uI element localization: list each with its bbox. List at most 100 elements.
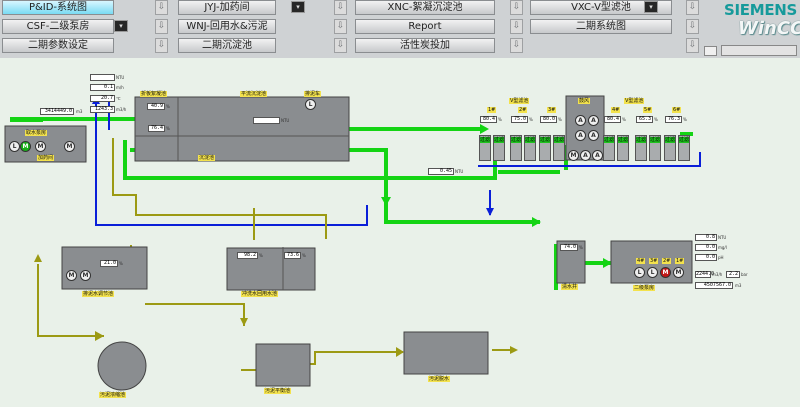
secondary-pump-motor[interactable]: L <box>634 267 645 278</box>
filter-cell[interactable]: 过滤 <box>664 135 676 161</box>
blower-motor[interactable]: A <box>575 115 586 126</box>
pump-number-label: 3# <box>649 258 659 264</box>
sludge-balance-label: 污泥平衡池 <box>264 388 292 394</box>
outlet-total-value: 4507567.0 <box>695 282 733 289</box>
nav-scroll-arrow[interactable]: ⇩ <box>334 0 347 15</box>
filter-status: 过滤 <box>511 137 522 143</box>
nav-scroll-arrow[interactable]: ⇩ <box>334 19 347 34</box>
filter-status: 过滤 <box>494 137 505 143</box>
dropdown-toggle[interactable]: ▾ <box>644 1 658 13</box>
blower-motor[interactable]: A <box>588 115 599 126</box>
intake-pump-motor[interactable]: L <box>9 141 20 152</box>
dropdown-toggle[interactable]: ▾ <box>114 20 128 32</box>
backwash-pump-motor[interactable]: A <box>592 150 603 161</box>
reuse-tank-label: 冲洗水回用水池 <box>241 291 279 297</box>
nav-scroll-arrow[interactable]: ⇩ <box>510 19 523 34</box>
backwash-pump-motor[interactable]: A <box>580 150 591 161</box>
inlet-flow-unit: m3/h <box>116 107 127 112</box>
percent-unit: % <box>683 117 687 122</box>
blower-motor[interactable]: A <box>575 130 586 141</box>
percent-unit: % <box>166 126 170 131</box>
nav-flocculation-tank[interactable]: XNC-絮凝沉淀池 <box>355 0 495 15</box>
backwash-pump-motor[interactable]: M <box>568 150 579 161</box>
filter-cell[interactable]: 过滤 <box>510 135 522 161</box>
nav-scroll-arrow[interactable]: ⇩ <box>510 0 523 15</box>
nav-reuse-water[interactable]: WNJ-回用水&污泥 <box>178 19 276 34</box>
sludge-pump-motor[interactable]: M <box>66 270 77 281</box>
sludge-regulating-tank <box>61 246 148 290</box>
secondary-pump-motor[interactable]: L <box>647 267 658 278</box>
filter-status: 过滤 <box>540 137 551 143</box>
filter-cell[interactable]: 过滤 <box>493 135 505 161</box>
filter-level-value: 80.0 <box>540 116 557 123</box>
filter-level-value: 80.4 <box>480 116 497 123</box>
clearwell-level-value: 74.0 <box>560 244 578 251</box>
filter-status: 过滤 <box>525 137 536 143</box>
sludge-pump-motor[interactable]: M <box>80 270 91 281</box>
settled-turbidity-unit: NTU <box>281 118 290 123</box>
nav-scroll-arrow[interactable]: ⇩ <box>334 38 347 53</box>
secondary-pump-motor[interactable]: M <box>660 267 671 278</box>
sludge-scraper-label: 排泥车 <box>304 91 322 97</box>
nav-scroll-arrow[interactable]: ⇩ <box>155 0 168 15</box>
filter-cell[interactable]: 过滤 <box>678 135 690 161</box>
outlet-chlorine-unit: mg/l <box>718 245 727 250</box>
filter-status: 过滤 <box>554 137 565 143</box>
filter-cell[interactable]: 过滤 <box>553 135 565 161</box>
clearwell-level-unit: % <box>579 245 583 250</box>
nav-scroll-arrow[interactable]: ⇩ <box>686 38 699 53</box>
filtered-turbidity-unit: NTU <box>455 169 464 174</box>
nav-scroll-arrow[interactable]: ⇩ <box>155 38 168 53</box>
filter-cell[interactable]: 过滤 <box>603 135 615 161</box>
v-filter-title: V型滤池 <box>509 98 530 104</box>
dropdown-toggle[interactable]: ▾ <box>291 1 305 13</box>
v-filter-title: V型滤池 <box>624 98 645 104</box>
settled-turbidity-display <box>253 117 280 124</box>
filter-cell[interactable]: 过滤 <box>524 135 536 161</box>
filter-group-name: 1# <box>487 107 497 113</box>
nav-pid-system[interactable]: P&ID-系统图 <box>2 0 114 15</box>
secondary-pump-label: 二级泵房 <box>633 285 656 291</box>
dosing-room-caption: 加药间 <box>37 155 55 161</box>
nav-phase2-params[interactable]: 二期参数设定 <box>2 38 114 53</box>
nav-secondary-pump[interactable]: CSF-二级泵房 <box>2 19 114 34</box>
filter-level-value: 75.0 <box>511 116 528 123</box>
secondary-pump-motor[interactable]: M <box>673 267 684 278</box>
inlet-rate-value: 0.1 <box>90 84 115 91</box>
settler-label: 平流沉淀池 <box>240 91 268 97</box>
nav-carbon-dosing[interactable]: 活性炭投加 <box>355 38 495 53</box>
filter-cell[interactable]: 过滤 <box>617 135 629 161</box>
nav-scroll-arrow[interactable]: ⇩ <box>510 38 523 53</box>
nav-scroll-arrow[interactable]: ⇩ <box>686 0 699 15</box>
filter-status: 过滤 <box>618 137 629 143</box>
nav-phase2-system[interactable]: 二期系统图 <box>530 19 672 34</box>
sludge-thickener <box>97 341 147 391</box>
nav-phase2-settler[interactable]: 二期沉淀池 <box>178 38 276 53</box>
outlet-flow-value: 2244.0 <box>695 271 715 278</box>
percent-unit: % <box>119 261 123 266</box>
percent-unit: % <box>654 117 658 122</box>
blower-motor[interactable]: A <box>588 130 599 141</box>
filter-status: 过滤 <box>679 137 690 143</box>
outlet-flow-unit: m3/h <box>712 272 723 277</box>
nav-scroll-arrow[interactable]: ⇩ <box>686 19 699 34</box>
nav-scroll-arrow[interactable]: ⇩ <box>155 19 168 34</box>
nav-report[interactable]: Report <box>355 19 495 34</box>
status-field <box>721 45 797 56</box>
filter-cell[interactable]: 过滤 <box>635 135 647 161</box>
scraper-motor[interactable]: L <box>305 99 316 110</box>
filter-cell[interactable]: 过滤 <box>539 135 551 161</box>
sedimentation-level2-value: 76.4 <box>148 125 165 132</box>
intake-pump-motor[interactable]: M <box>64 141 75 152</box>
intake-pump-motor[interactable]: M <box>35 141 46 152</box>
intake-pump-motor[interactable]: M <box>20 141 31 152</box>
reuse-tank-level2-value: 73.6 <box>284 252 301 259</box>
outlet-turbidity-value: 0.8 <box>695 234 717 241</box>
inlet-temperature-value: 20.7 <box>90 95 115 102</box>
nav-dosing-room[interactable]: JYJ-加药间 <box>178 0 276 15</box>
filter-cell[interactable]: 过滤 <box>649 135 661 161</box>
minimize-button[interactable] <box>704 46 717 56</box>
filter-group-name: 3# <box>547 107 557 113</box>
wincc-logo: WinCC <box>738 18 800 39</box>
filter-cell[interactable]: 过滤 <box>479 135 491 161</box>
